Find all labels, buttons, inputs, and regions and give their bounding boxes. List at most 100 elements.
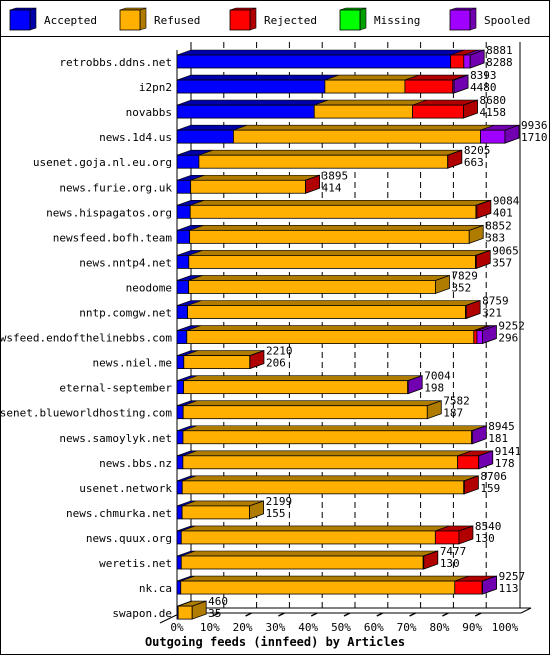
chart-title: Outgoing feeds (innfeed) by Articles — [145, 635, 405, 649]
bar-top-refused — [187, 300, 480, 306]
x-tick-label: 0% — [170, 621, 184, 634]
bar-segment-refused — [189, 204, 477, 219]
bar-segment-accepted — [176, 154, 200, 169]
category-label: news.samoylyk.net — [59, 432, 172, 445]
bar-segment-refused — [182, 430, 473, 445]
bar-segment-accepted — [176, 380, 184, 395]
bar-segment-rejected — [454, 580, 483, 595]
legend-swatch-accepted — [9, 9, 31, 31]
bar-segment-refused — [188, 280, 436, 294]
legend-swatch-side — [249, 7, 257, 31]
legend-label-accepted: Accepted — [44, 14, 97, 27]
bar-segment-accepted — [176, 229, 191, 244]
bar-segment-refused — [181, 505, 250, 520]
bar-segment-accepted — [176, 280, 190, 294]
bar-segment-accepted — [176, 330, 188, 344]
bar-accepted-label: 187 — [443, 407, 463, 420]
bar-accepted-label: 206 — [266, 357, 286, 370]
legend-label-spooled: Spooled — [484, 14, 530, 27]
bar-accepted-label: 181 — [488, 432, 508, 445]
bar-segment-refused — [182, 455, 459, 470]
bar-accepted-label: 4480 — [470, 81, 497, 94]
bar-segment-refused — [181, 480, 465, 495]
bar-segment-accepted — [176, 455, 184, 470]
bar-top-refused — [198, 149, 462, 156]
bar-segment-accepted — [176, 555, 182, 570]
legend-swatch-side — [359, 7, 367, 31]
bar-segment-refused — [186, 330, 475, 344]
bar-segment-rejected — [473, 330, 478, 344]
x-tick-label: 80% — [429, 621, 449, 634]
bar-segment-accepted — [176, 530, 182, 545]
bar-top-refused — [233, 124, 495, 131]
bar-segment-refused — [183, 355, 251, 370]
bar-accepted-label: 4158 — [480, 106, 507, 119]
bar-accepted-label: 401 — [493, 206, 513, 219]
bar-accepted-label: 357 — [492, 256, 512, 269]
category-label: swapon.de — [112, 607, 172, 620]
bar-top-accepted — [176, 49, 465, 56]
bar-segment-accepted — [176, 480, 183, 495]
bar-accepted-label: 663 — [464, 156, 484, 169]
bar-segment-refused — [233, 129, 481, 144]
bar-segment-accepted — [176, 204, 191, 219]
bar-top-refused — [314, 99, 427, 106]
bar-top-refused — [183, 375, 422, 381]
bar-accepted-label: 414 — [322, 181, 342, 194]
bar-top-refused — [186, 325, 488, 331]
bar-top-refused — [188, 250, 490, 256]
bar-segment-refused — [177, 605, 193, 620]
legend-swatch-side — [139, 7, 147, 31]
x-tick-label: 20% — [233, 621, 253, 634]
category-label: usenet.network — [79, 482, 172, 495]
bar-accepted-label: 1710 — [521, 131, 548, 144]
bar-segment-accepted — [176, 580, 182, 595]
bar-accepted-label: 321 — [482, 307, 502, 320]
bar-accepted-label: 130 — [440, 557, 460, 570]
bar-top-refused — [181, 525, 450, 532]
x-tick-label: 90% — [462, 621, 482, 634]
bar-segment-accepted — [176, 405, 184, 420]
bar-segment-rejected — [450, 54, 465, 69]
legend-label-rejected: Rejected — [264, 14, 317, 27]
bar-segment-accepted — [176, 430, 184, 445]
bar-accepted-label: 178 — [495, 457, 515, 470]
category-label: news.1d4.us — [99, 131, 172, 144]
bar-segment-accepted — [176, 79, 326, 94]
bar-segment-refused — [190, 179, 306, 194]
bar-top-refused — [190, 174, 320, 181]
bar-segment-rejected — [434, 530, 460, 545]
legend-swatch-rejected — [229, 9, 251, 31]
legend-label-refused: Refused — [154, 14, 200, 27]
x-tick-label: 10% — [200, 621, 220, 634]
bar-top-refused — [183, 400, 442, 407]
bar-segment-refused — [324, 79, 406, 94]
bar-segment-refused — [198, 154, 449, 169]
bar-segment-rejected — [457, 455, 480, 470]
category-label: news.niel.me — [93, 357, 172, 370]
category-label: i2pn2 — [139, 81, 172, 94]
bar-segment-spooled — [480, 129, 506, 144]
category-label: news.furie.org.uk — [59, 181, 172, 194]
category-label: newsfeed.bofh.team — [53, 231, 173, 244]
bar-top-refused — [189, 225, 484, 231]
chart-container: Accepted Refused Rejected Missing Spooled 0% 1… — [0, 0, 550, 655]
bar-top-refused — [181, 550, 438, 557]
bar-top-refused — [324, 74, 420, 81]
innfeed-stacked-bar-chart: Accepted Refused Rejected Missing Spooled 0% 1… — [0, 0, 550, 655]
bar-segment-accepted — [176, 305, 188, 319]
bar-segment-refused — [183, 380, 409, 395]
category-label: usenet.blueworldhosting.com — [0, 407, 172, 420]
category-label: news.hispagatos.org — [46, 206, 172, 219]
category-label: retrobbs.ddns.net — [59, 56, 172, 69]
bar-segment-refused — [189, 229, 470, 244]
legend-swatch-side — [469, 7, 477, 31]
category-label: news.quux.org — [86, 532, 172, 545]
bar-accepted-label: 159 — [480, 482, 500, 495]
category-label: news.nntp4.net — [79, 256, 172, 269]
bar-accepted-label: 155 — [266, 507, 286, 520]
bar-segment-refused — [180, 530, 436, 545]
bar-top-accepted — [176, 99, 329, 106]
bar-accepted-label: 198 — [424, 382, 444, 395]
legend-label-missing: Missing — [374, 14, 420, 27]
